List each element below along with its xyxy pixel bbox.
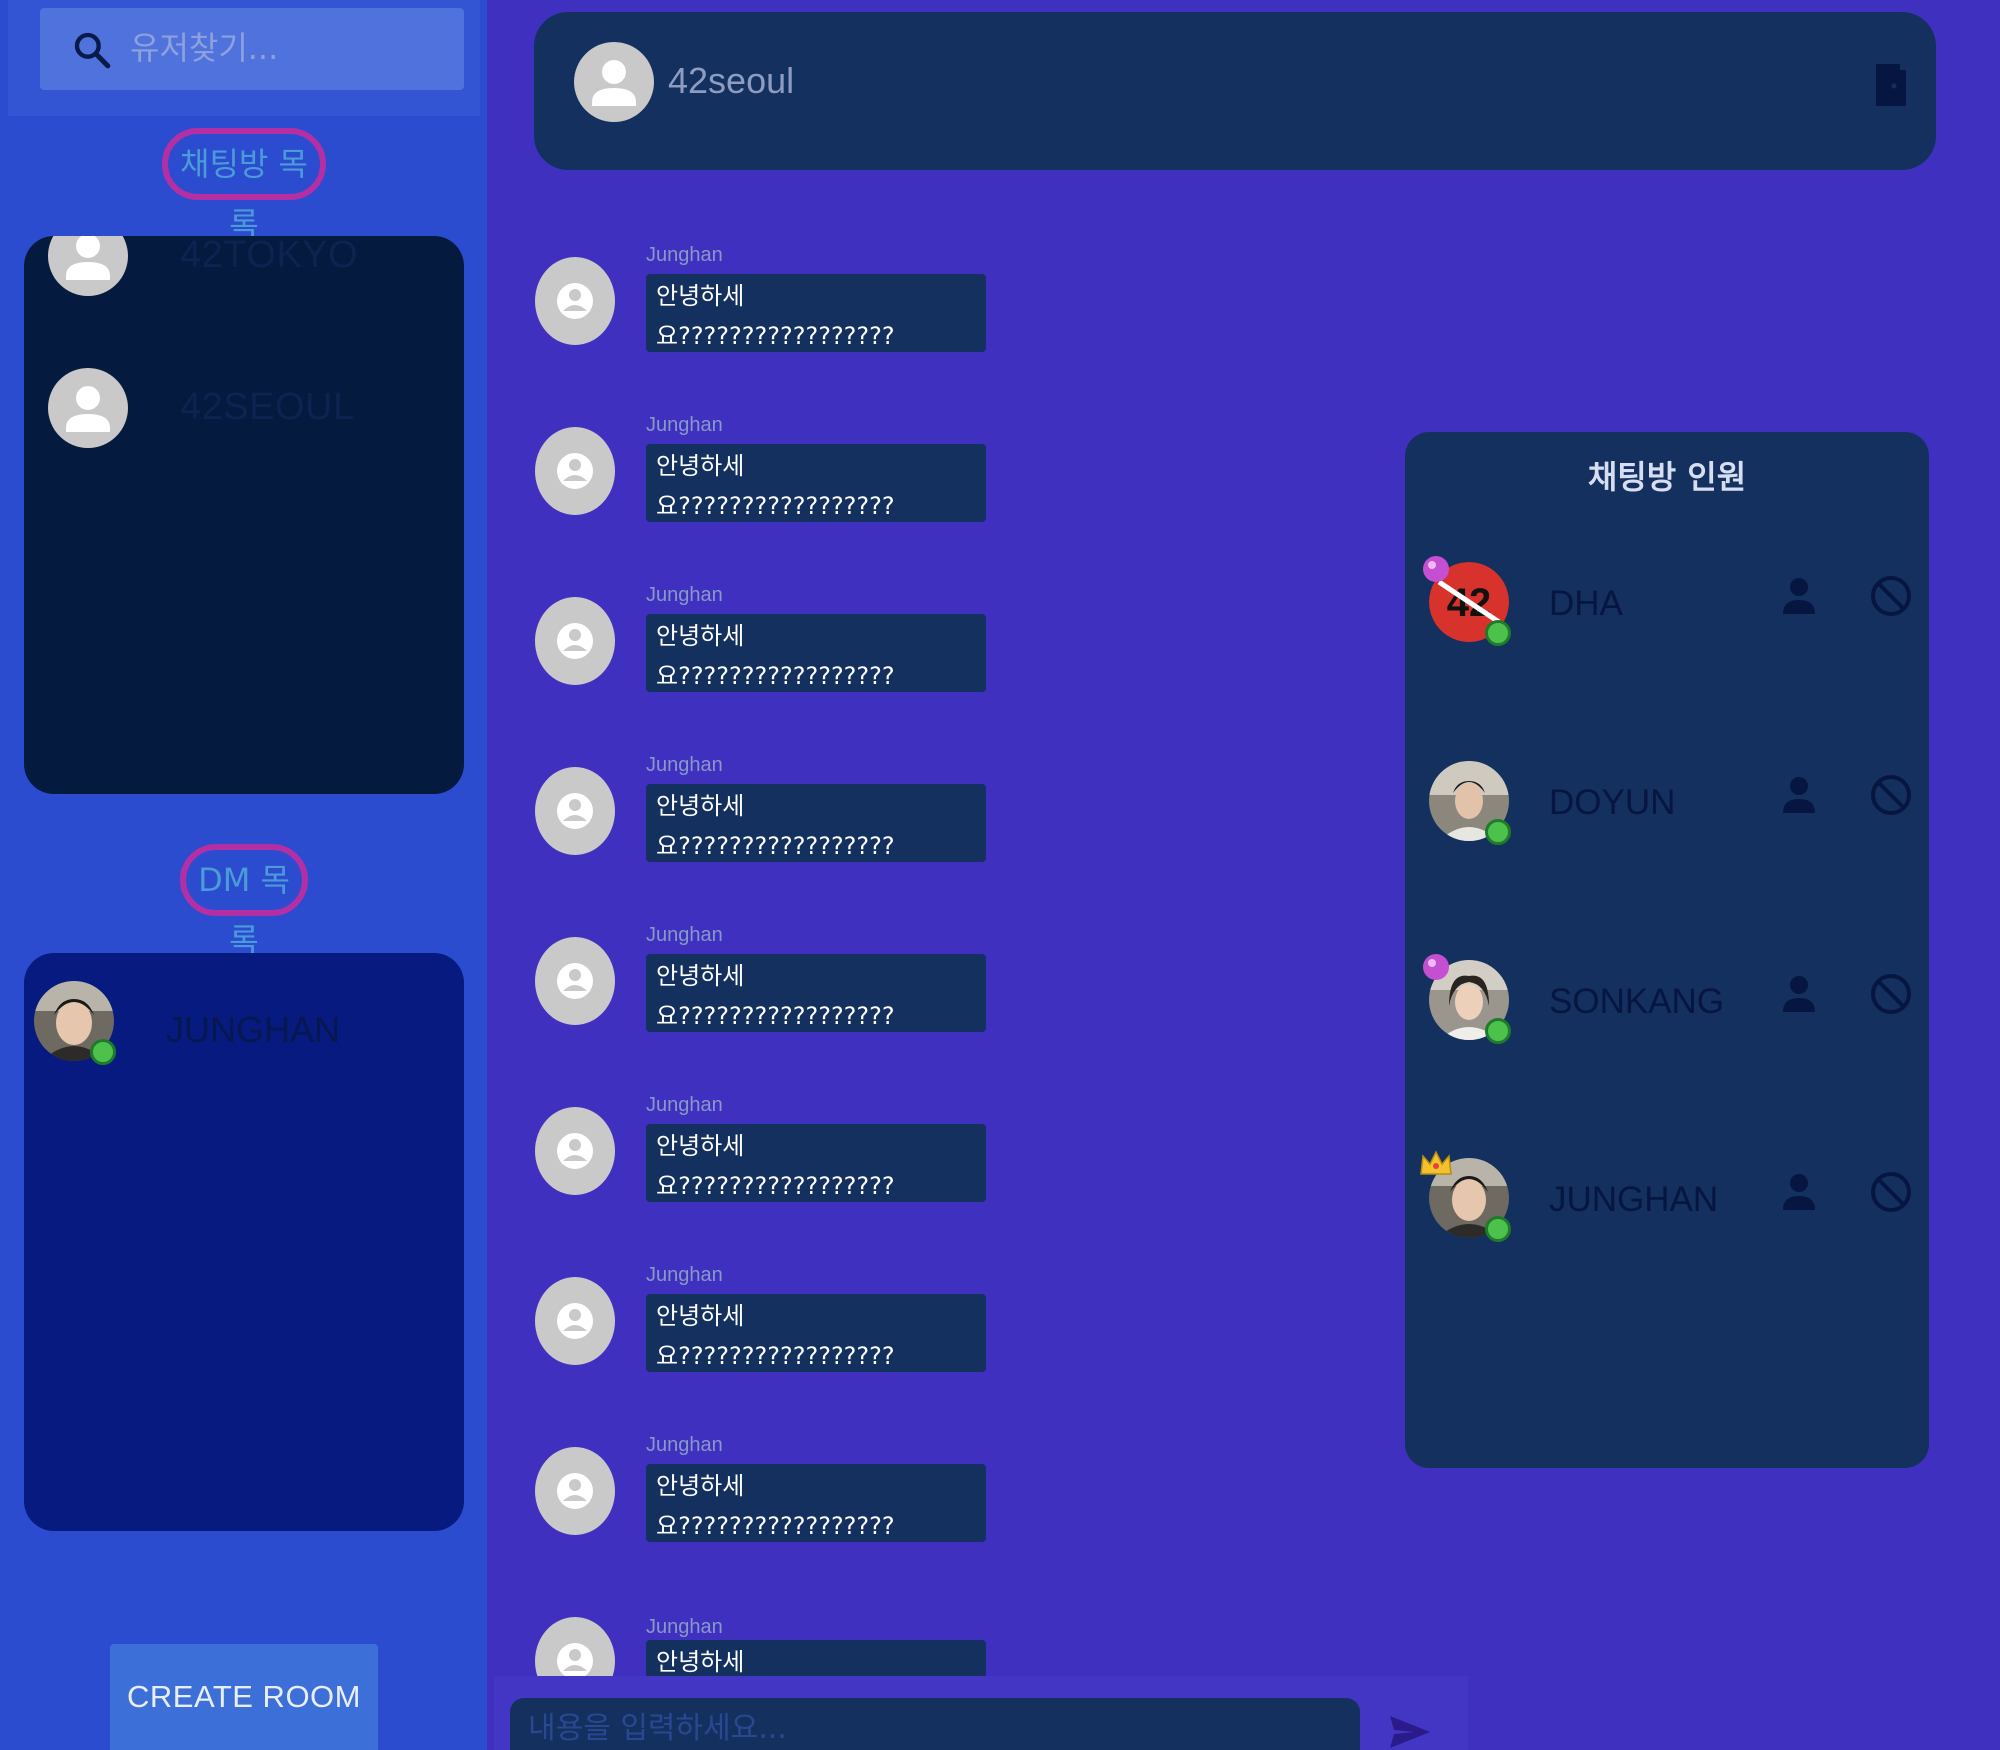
send-icon[interactable] bbox=[1388, 1712, 1432, 1750]
member-name: JUNGHAN bbox=[1549, 1180, 1719, 1219]
room-item-42seoul[interactable]: 42SEOUL bbox=[48, 368, 448, 458]
block-icon[interactable] bbox=[1869, 574, 1913, 618]
default-avatar-icon bbox=[48, 368, 128, 448]
sidebar: 채팅방 목록 42TOKYO 42SEOUL DM 목록 bbox=[0, 0, 487, 1750]
message-item: Junghan 안녕하세요????????????????? bbox=[534, 924, 994, 1056]
sender-avatar-icon bbox=[535, 1617, 615, 1676]
message-sender: Junghan bbox=[646, 1616, 723, 1638]
room-members-panel: 채팅방 인원 42 DHA DOYUN bbox=[1405, 432, 1929, 1468]
message-item: Junghan 안녕하세요????????????????? bbox=[534, 244, 994, 376]
crown-icon bbox=[1420, 1150, 1452, 1175]
message-sender: Junghan bbox=[646, 924, 723, 946]
message-sender: Junghan bbox=[646, 584, 723, 606]
dm-user-name: JUNGHAN bbox=[166, 1009, 341, 1050]
sender-avatar-icon bbox=[535, 597, 615, 685]
message-sender: Junghan bbox=[646, 1094, 723, 1116]
message-item: Junghan 안녕하세요????????????????? bbox=[534, 1434, 994, 1566]
online-status-dot bbox=[1485, 819, 1511, 845]
search-icon bbox=[74, 32, 111, 69]
member-item-sonkang: SONKANG bbox=[1423, 954, 1911, 1060]
member-name: SONKANG bbox=[1549, 982, 1725, 1021]
sender-avatar-icon bbox=[535, 767, 615, 855]
message-item: Junghan 안녕하세요????????????????? bbox=[534, 584, 994, 716]
chat-room-list: 42TOKYO 42SEOUL bbox=[24, 236, 464, 794]
online-status-dot bbox=[1485, 1018, 1511, 1044]
member-item-doyun: DOYUN bbox=[1429, 761, 1911, 861]
message-bubble: 안녕하세요????????????????? bbox=[646, 614, 986, 692]
message-sender: Junghan bbox=[646, 244, 723, 266]
leave-room-door-icon[interactable] bbox=[1872, 60, 1912, 110]
profile-icon[interactable] bbox=[1781, 974, 1817, 1014]
message-bubble: 안녕하세요????????????????? bbox=[646, 274, 986, 352]
message-bubble: 안녕하세요????????????????? bbox=[646, 444, 986, 522]
message-bubble: 안녕하세요????????????????? bbox=[646, 1294, 986, 1372]
message-item: Junghan 안녕하세요????????????????? bbox=[534, 1094, 994, 1226]
profile-icon[interactable] bbox=[1781, 576, 1817, 616]
online-status-dot bbox=[1485, 1216, 1511, 1242]
message-sender: Junghan bbox=[646, 754, 723, 776]
member-name: DOYUN bbox=[1549, 783, 1676, 822]
dm-item-junghan[interactable]: JUNGHAN bbox=[34, 981, 454, 1071]
message-item: Junghan 안녕하세요????????????????? bbox=[534, 414, 994, 546]
chat-room-title: 42seoul bbox=[668, 60, 795, 101]
sender-avatar-icon bbox=[535, 257, 615, 345]
sender-avatar-icon bbox=[535, 1277, 615, 1365]
room-name: 42SEOUL bbox=[180, 386, 355, 428]
sender-avatar-icon bbox=[535, 937, 615, 1025]
member-item-junghan: JUNGHAN bbox=[1420, 1150, 1911, 1258]
dm-list: JUNGHAN bbox=[24, 953, 464, 1531]
chat-room-list-label: 채팅방 목록 bbox=[162, 128, 326, 243]
message-item: Junghan 안녕하세요????????????????? bbox=[534, 754, 994, 886]
room-item-42tokyo[interactable]: 42TOKYO bbox=[48, 236, 448, 306]
message-sender: Junghan bbox=[646, 1264, 723, 1286]
members-heading: 채팅방 인원 bbox=[1587, 458, 1747, 496]
block-icon[interactable] bbox=[1869, 1170, 1913, 1214]
online-status-dot bbox=[1485, 620, 1511, 646]
block-icon[interactable] bbox=[1869, 773, 1913, 817]
user-search-box[interactable] bbox=[40, 8, 464, 90]
dm-list-label: DM 목록 bbox=[180, 844, 308, 959]
create-room-button[interactable]: CREATE ROOM bbox=[110, 1644, 378, 1750]
message-item: Junghan 안녕하세 bbox=[534, 1616, 994, 1676]
sender-avatar-icon bbox=[535, 1447, 615, 1535]
message-input[interactable] bbox=[510, 1698, 1360, 1750]
message-bubble: 안녕하세요????????????????? bbox=[646, 1464, 986, 1542]
admin-badge-icon bbox=[1423, 556, 1449, 582]
message-sender: Junghan bbox=[646, 414, 723, 436]
user-search-area bbox=[8, 0, 480, 116]
chat-header: 42seoul bbox=[534, 12, 1936, 170]
user-search-input[interactable] bbox=[130, 18, 450, 78]
member-name: DHA bbox=[1549, 584, 1623, 623]
block-icon[interactable] bbox=[1869, 972, 1913, 1016]
message-item: Junghan 안녕하세요????????????????? bbox=[534, 1264, 994, 1396]
online-status-dot bbox=[90, 1039, 116, 1065]
message-bubble: 안녕하세 bbox=[646, 1640, 986, 1676]
room-avatar-icon bbox=[574, 42, 654, 122]
message-bubble: 안녕하세요????????????????? bbox=[646, 1124, 986, 1202]
sender-avatar-icon bbox=[535, 1107, 615, 1195]
sender-avatar-icon bbox=[535, 427, 615, 515]
message-bubble: 안녕하세요????????????????? bbox=[646, 954, 986, 1032]
member-item-dha: 42 DHA bbox=[1423, 556, 1911, 662]
message-composer bbox=[494, 1676, 1468, 1750]
room-name: 42TOKYO bbox=[180, 236, 359, 276]
admin-badge-icon bbox=[1423, 954, 1449, 980]
profile-icon[interactable] bbox=[1781, 775, 1817, 815]
message-bubble: 안녕하세요????????????????? bbox=[646, 784, 986, 862]
profile-icon[interactable] bbox=[1781, 1172, 1817, 1212]
message-sender: Junghan bbox=[646, 1434, 723, 1456]
default-avatar-icon bbox=[48, 236, 128, 296]
